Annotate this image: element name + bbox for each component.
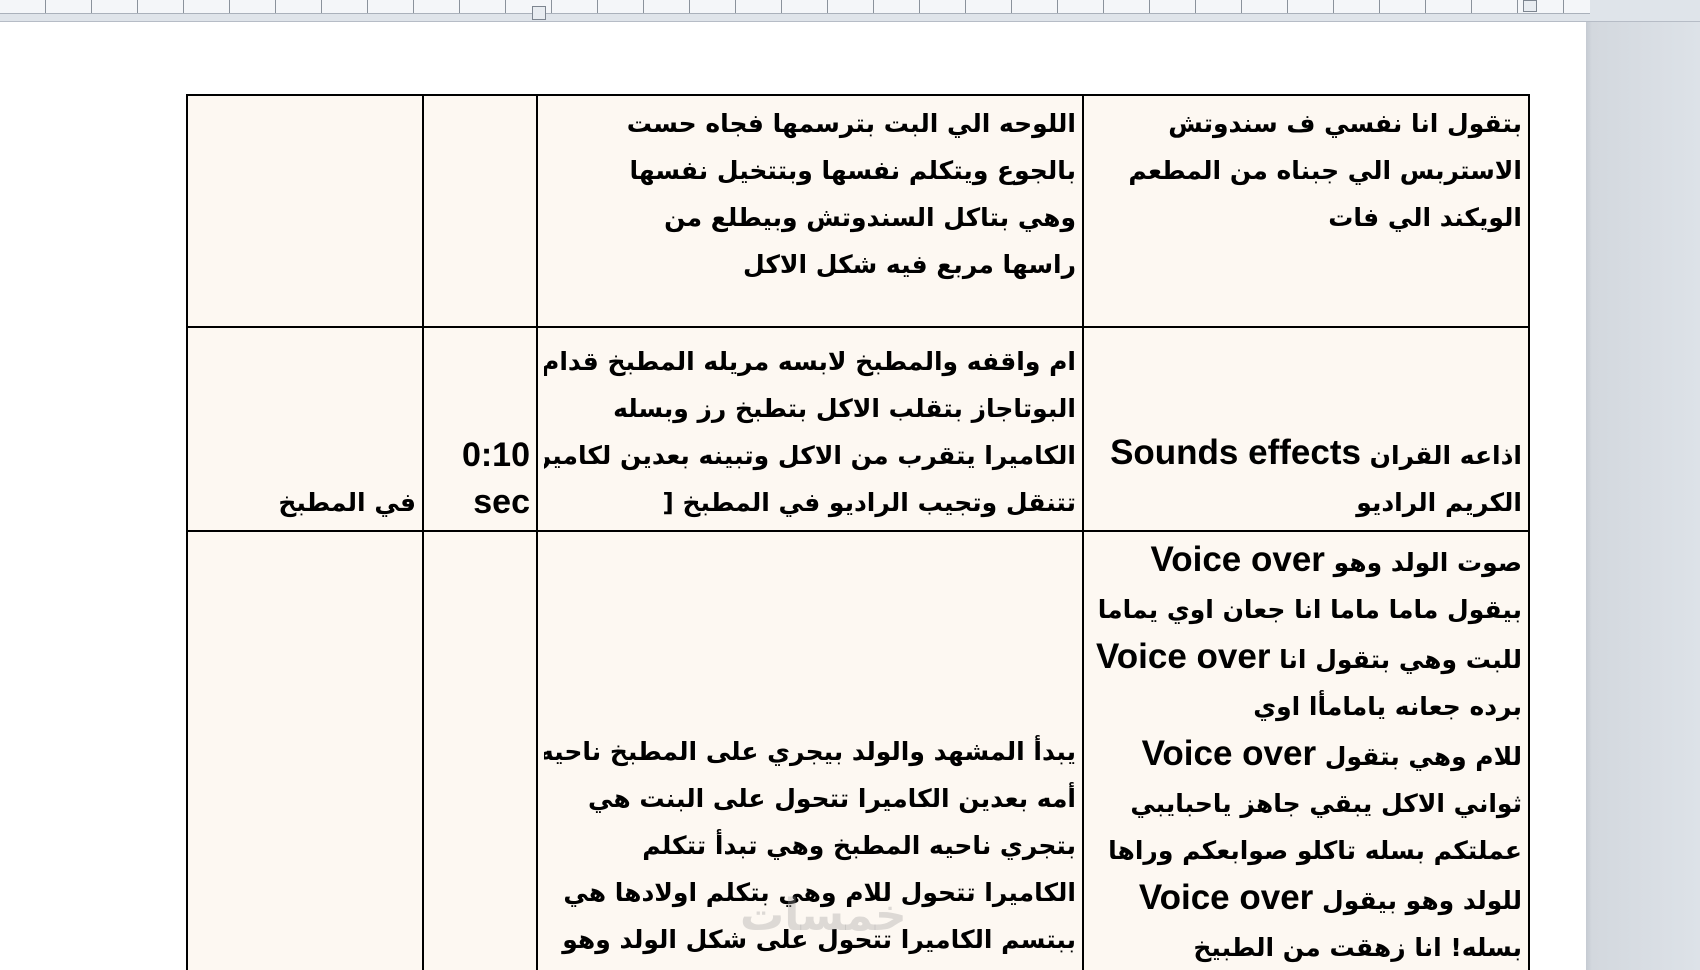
visual-line: الكاميرا يتقرب من الاكل وتبينه بعدين لكا… <box>544 441 1076 470</box>
horizontal-ruler[interactable] <box>0 0 1700 22</box>
visual-line: تتنقل وتجيب الراديو في المطبخ [ <box>662 488 1076 517</box>
visual-line: راسها مربع فيه شكل الاكل <box>743 250 1076 279</box>
ruler-ticks <box>0 0 1590 14</box>
audio-line: الكريم الراديو <box>1356 488 1522 517</box>
audio-cell[interactable]: بتقول انا نفسي ف سندوتش الاستربس الي جبن… <box>1082 94 1530 328</box>
audio-line-english: Voice over <box>1141 734 1317 773</box>
audio-line-english: Voice over <box>1096 637 1271 676</box>
audio-line: للام وهي بتقول Voice over <box>1090 730 1522 780</box>
place-cell[interactable] <box>186 94 424 328</box>
audio-line: الاستربس الي جبناه من المطعم <box>1128 156 1522 185</box>
audio-line: اذاعه القران Sounds effects <box>1090 429 1522 479</box>
right-margin-marker-handle[interactable] <box>1523 0 1537 12</box>
visual-line: ام واقفه والمطبخ لابسه مريله المطبخ قدام <box>544 347 1076 376</box>
table-row: اذاعه القران Sounds effects الكريم الراد… <box>186 326 1530 532</box>
place-text: في المطبخ <box>278 488 416 517</box>
audio-line-arabic: صوت الولد وهو <box>1333 548 1522 577</box>
visual-line: اللوحه الي البت بترسمها فجاه حست <box>626 109 1076 138</box>
visual-line: أمه بعدين الكاميرا تتحول على البنت هي <box>588 784 1076 813</box>
audio-line: للبت وهي بتقول انا Voice over <box>1090 633 1522 683</box>
time-unit: sec <box>473 483 530 521</box>
audio-cell[interactable]: اذاعه القران Sounds effects الكريم الراد… <box>1082 326 1530 532</box>
visual-line: يبدأ المشهد والولد بيجري على المطبخ ناحي… <box>544 737 1076 766</box>
audio-cell[interactable]: صوت الولد وهو Voice over بيقول ماما ماما… <box>1082 530 1530 970</box>
audio-line: عملتكم بسله تاكلو صوابعكم وراها <box>1108 836 1522 865</box>
time-cell[interactable] <box>422 530 538 970</box>
audio-line: ثواني الاكل يبقي جاهز ياحبايبي <box>1130 789 1522 818</box>
audio-line: للولد وهو بيقول Voice over <box>1090 874 1522 924</box>
visual-line: بتجري ناحيه المطبخ وهي تبدأ تتكلم <box>642 831 1076 860</box>
audio-line-english: Voice over <box>1138 878 1314 917</box>
audio-line: بيقول ماما ماما انا جعان اوي يماما <box>1097 595 1522 624</box>
audio-line-english: Sounds effects <box>1110 433 1361 472</box>
audio-line-arabic: للولد وهو بيقول <box>1322 886 1522 915</box>
indent-marker-handle[interactable] <box>532 6 546 20</box>
visual-cell[interactable]: ام واقفه والمطبخ لابسه مريله المطبخ قدام… <box>536 326 1084 532</box>
audio-line: برده جعانه يامامأا اوي <box>1253 692 1522 721</box>
visual-line: وهي بتاكل السندوتش وبيطلع من <box>664 203 1076 232</box>
audio-line: الويكند الي فات <box>1328 203 1522 232</box>
visual-cell[interactable]: اللوحه الي البت بترسمها فجاه حست بالجوع … <box>536 94 1084 328</box>
visual-line: بالجوع ويتكلم نفسها وبتتخيل نفسها <box>629 156 1076 185</box>
table-row: بتقول انا نفسي ف سندوتش الاستربس الي جبن… <box>186 94 1530 328</box>
time-value: 0:10 <box>461 436 530 474</box>
visual-line: البوتاجاز بتقلب الاكل بتطبخ رز وبسله <box>613 394 1076 423</box>
audio-line: صوت الولد وهو Voice over <box>1090 536 1522 586</box>
storyboard-table: بتقول انا نفسي ف سندوتش الاستربس الي جبن… <box>186 94 1530 970</box>
audio-line-arabic: للام وهي بتقول <box>1324 742 1522 771</box>
watermark-logo: خمسات <box>740 890 907 941</box>
audio-line: بتقول انا نفسي ف سندوتش <box>1168 109 1522 138</box>
place-cell[interactable]: في المطبخ <box>186 326 424 532</box>
time-cell[interactable] <box>422 94 538 328</box>
audio-line-arabic: اذاعه القران <box>1369 441 1522 470</box>
audio-line-arabic: للبت وهي بتقول انا <box>1279 645 1522 674</box>
page-edge-shadow <box>1586 22 1700 970</box>
audio-line: بسله! انا زهقت من الطبيخ <box>1193 933 1522 962</box>
time-cell[interactable]: 0:10 sec <box>422 326 538 532</box>
audio-line-english: Voice over <box>1150 540 1325 579</box>
place-cell[interactable] <box>186 530 424 970</box>
